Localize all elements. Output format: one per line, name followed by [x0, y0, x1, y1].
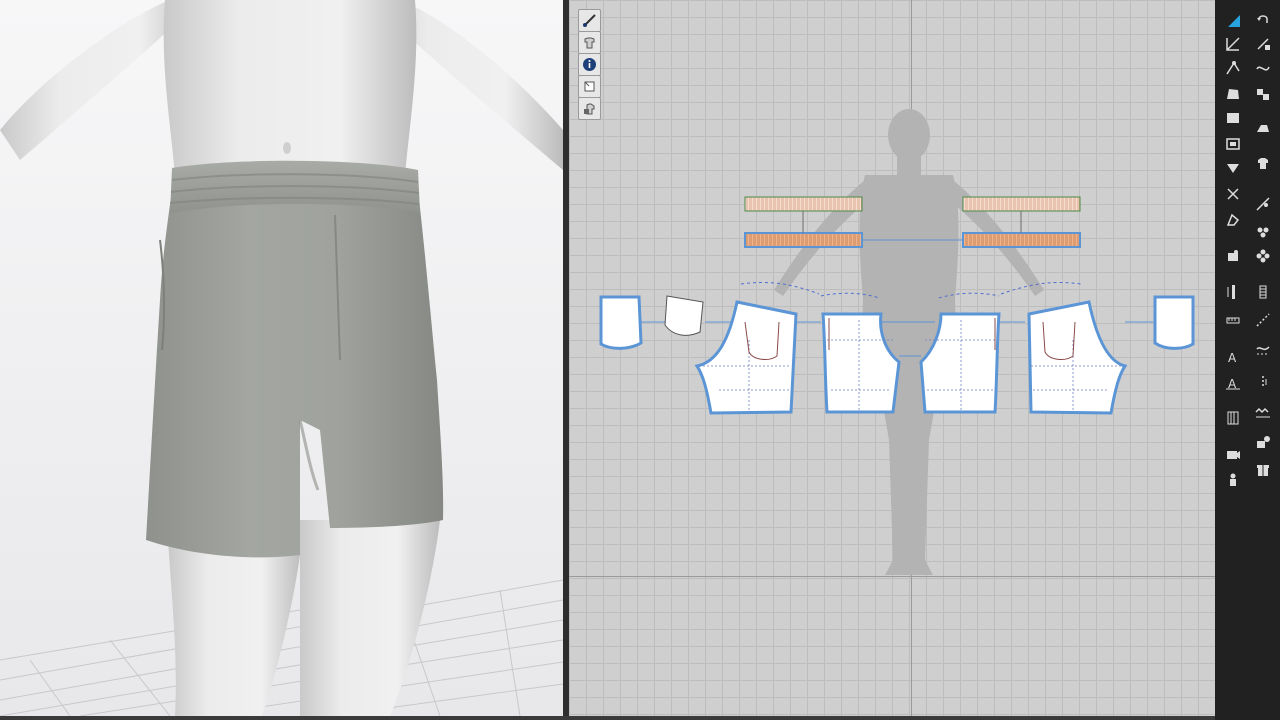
stitch-icon[interactable] — [1252, 309, 1274, 331]
ruler-icon[interactable] — [1222, 281, 1244, 303]
transform-icon[interactable] — [1222, 33, 1244, 55]
measure-icon[interactable] — [1222, 309, 1244, 331]
avatar-scene — [0, 0, 563, 716]
avatar-silhouette — [774, 109, 1044, 575]
pin-icon[interactable] — [1222, 245, 1244, 267]
grade-icon[interactable] — [1222, 407, 1244, 429]
undo-icon[interactable] — [1252, 9, 1274, 31]
svg-text:A: A — [1228, 351, 1237, 365]
tack-icon[interactable] — [1252, 221, 1274, 243]
pocket-right — [1153, 295, 1195, 350]
button-icon[interactable] — [1252, 245, 1274, 267]
brush-icon[interactable] — [578, 9, 601, 32]
sewing-segment-icon[interactable] — [1252, 33, 1274, 55]
3d-garment-window[interactable] — [0, 0, 563, 716]
puckering-icon[interactable] — [1252, 193, 1274, 215]
text-edit-icon[interactable]: A — [1222, 371, 1244, 393]
gift-icon[interactable] — [1252, 459, 1274, 481]
lock-shirt-icon[interactable] — [578, 97, 601, 120]
cut-icon[interactable] — [1222, 183, 1244, 205]
wave-stitch-icon[interactable] — [1252, 401, 1274, 423]
internal-shape-icon[interactable] — [1222, 133, 1244, 155]
status-strip — [0, 716, 1215, 720]
zipper-icon[interactable] — [1252, 281, 1274, 303]
pocket-left — [599, 295, 643, 350]
select-arrow-icon[interactable] — [1222, 9, 1244, 31]
iron-icon[interactable] — [1252, 117, 1274, 139]
pattern-canvas — [599, 109, 1195, 575]
fabric-icon[interactable] — [578, 75, 601, 98]
trim-icon[interactable] — [1252, 431, 1274, 453]
shirt-icon[interactable] — [1252, 153, 1274, 175]
fold-icon[interactable] — [1222, 209, 1244, 231]
eye-shirt-icon[interactable] — [578, 31, 601, 54]
dart-icon[interactable] — [1222, 157, 1244, 179]
info-icon[interactable] — [578, 53, 601, 76]
right-leg — [300, 520, 440, 716]
edit-point-icon[interactable] — [1222, 57, 1244, 79]
sewing-multi-icon[interactable] — [1252, 83, 1274, 105]
2d-pattern-window[interactable] — [569, 0, 1215, 716]
topstitch-icon[interactable] — [1252, 371, 1274, 393]
pocket-facing — [664, 295, 704, 336]
left-leg — [168, 540, 302, 716]
camera-icon[interactable] — [1222, 443, 1244, 465]
curve-icon[interactable] — [1252, 339, 1274, 361]
front-panel-right — [1027, 300, 1128, 415]
front-panel-left — [694, 300, 798, 415]
text-icon[interactable]: A — [1222, 345, 1244, 367]
shorts-body — [146, 190, 444, 558]
sewing-free-icon[interactable] — [1252, 57, 1274, 79]
polygon-icon[interactable] — [1222, 83, 1244, 105]
pattern-toolbar: AA — [1215, 0, 1280, 720]
avatar-icon[interactable] — [1222, 469, 1244, 491]
rectangle-icon[interactable] — [1222, 107, 1244, 129]
